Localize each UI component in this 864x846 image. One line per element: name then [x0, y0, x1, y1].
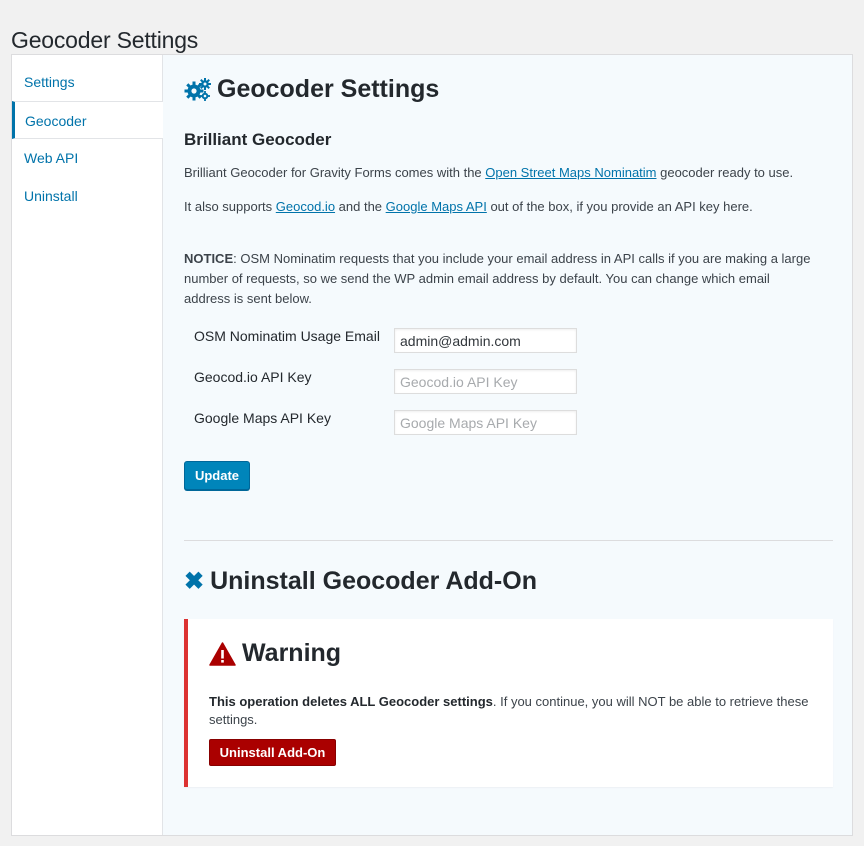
- warning-bold-text: This operation deletes ALL Geocoder sett…: [209, 694, 493, 709]
- sidebar-item-web-api[interactable]: Web API: [12, 139, 162, 177]
- page-title: Geocoder Settings: [11, 27, 199, 54]
- warning-box: Warning This operation deletes ALL Geoco…: [184, 619, 833, 787]
- google-maps-api-link[interactable]: Google Maps API: [386, 199, 487, 214]
- notice-label: NOTICE: [184, 251, 234, 266]
- section-divider: [184, 540, 833, 541]
- google-key-label: Google Maps API Key: [194, 410, 331, 426]
- geocodio-key-field[interactable]: [394, 369, 577, 394]
- warning-triangle-icon: [209, 641, 236, 666]
- uninstall-addon-button[interactable]: Uninstall Add-On: [209, 739, 336, 766]
- notice-paragraph: NOTICE: OSM Nominatim requests that you …: [184, 251, 811, 306]
- close-x-icon: ✖: [184, 568, 205, 595]
- osm-email-row: OSM Nominatim Usage Email: [194, 328, 594, 354]
- sidebar: Settings Geocoder Web API Uninstall: [12, 55, 164, 835]
- osm-email-field[interactable]: [394, 328, 577, 353]
- osm-nominatim-link[interactable]: Open Street Maps Nominatim: [485, 165, 656, 180]
- uninstall-heading-text: Uninstall Geocoder Add-On: [210, 567, 537, 595]
- warning-text: This operation deletes ALL Geocoder sett…: [209, 694, 809, 727]
- google-key-field[interactable]: [394, 410, 577, 435]
- warning-title-text: Warning: [242, 639, 342, 667]
- osm-email-label: OSM Nominatim Usage Email: [194, 328, 380, 344]
- sidebar-item-settings[interactable]: Settings: [12, 63, 162, 101]
- settings-panel: Settings Geocoder Web API Uninstall Geoc…: [11, 54, 853, 836]
- warning-title: Warning: [209, 639, 341, 668]
- gears-icon: [184, 77, 211, 101]
- intro-paragraph: Brilliant Geocoder for Gravity Forms com…: [184, 165, 794, 180]
- uninstall-heading: ✖ Uninstall Geocoder Add-On: [184, 567, 537, 596]
- subheading: Brilliant Geocoder: [184, 130, 332, 149]
- sidebar-item-geocoder[interactable]: Geocoder: [12, 101, 164, 139]
- sidebar-item-uninstall[interactable]: Uninstall: [12, 177, 162, 215]
- update-button[interactable]: Update: [184, 461, 250, 490]
- google-key-row: Google Maps API Key: [194, 410, 594, 436]
- main-content: Geocoder Settings Brilliant Geocoder Bri…: [163, 55, 852, 835]
- geocodio-key-row: Geocod.io API Key: [194, 369, 594, 395]
- geocodio-key-label: Geocod.io API Key: [194, 369, 312, 385]
- geocodio-link[interactable]: Geocod.io: [276, 199, 335, 214]
- supports-paragraph: It also supports Geocod.io and the Googl…: [184, 199, 753, 214]
- section-heading: Geocoder Settings: [184, 75, 439, 104]
- section-heading-text: Geocoder Settings: [217, 75, 440, 103]
